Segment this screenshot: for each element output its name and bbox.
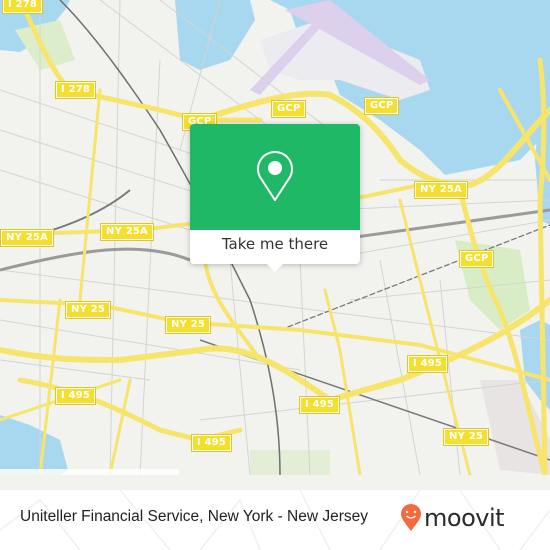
road-s1	[108, 378, 132, 475]
popup-header	[190, 124, 360, 230]
map-pin-icon	[257, 151, 293, 201]
shield-gcp-east: GCP	[458, 250, 495, 268]
take-me-there-button[interactable]: Take me there	[190, 230, 360, 264]
shield-ny25-mid: NY 25	[164, 316, 212, 334]
shield-i278-top: I 278	[1, 0, 44, 14]
shield-i495-mid: I 495	[298, 396, 341, 414]
moovit-pin-icon	[401, 504, 421, 531]
brand-name: moovit	[424, 504, 505, 532]
shield-i495-south: I 495	[190, 434, 233, 452]
place-title: Uniteller Financial Service, New York - …	[20, 508, 369, 525]
shield-gcp-3: GCP	[363, 97, 400, 115]
attribution[interactable]: © OpenStreetMap contributors	[0, 469, 179, 475]
water-river-sw	[0, 415, 68, 475]
shield-ny25a-mid: NY 25A	[100, 223, 154, 241]
road-n1	[323, 288, 362, 475]
shield-ny25-east: NY 25	[442, 428, 490, 446]
footer: Uniteller Financial Service, New York - …	[0, 490, 550, 550]
shield-i495-west: I 495	[54, 387, 97, 405]
shield-gcp-2: GCP	[270, 100, 307, 118]
popup-pointer	[267, 264, 283, 272]
shield-i495-east: I 495	[406, 355, 449, 373]
road-i495-b	[17, 377, 243, 443]
cemetery	[250, 450, 330, 475]
water-bay-inlet	[175, 0, 255, 70]
location-popup[interactable]: Take me there	[190, 124, 360, 272]
road-w2	[78, 88, 102, 302]
shield-ny25-west: NY 25	[64, 301, 112, 319]
shield-ny25a-west: NY 25A	[0, 229, 54, 247]
shield-i278: I 278	[54, 81, 97, 99]
moovit-logo[interactable]: moovit	[400, 498, 505, 538]
map[interactable]: I 278 I 278 GCP GCP GCP NY 25A NY 25A NY…	[0, 0, 550, 475]
shield-ny25a-east: NY 25A	[414, 181, 468, 199]
